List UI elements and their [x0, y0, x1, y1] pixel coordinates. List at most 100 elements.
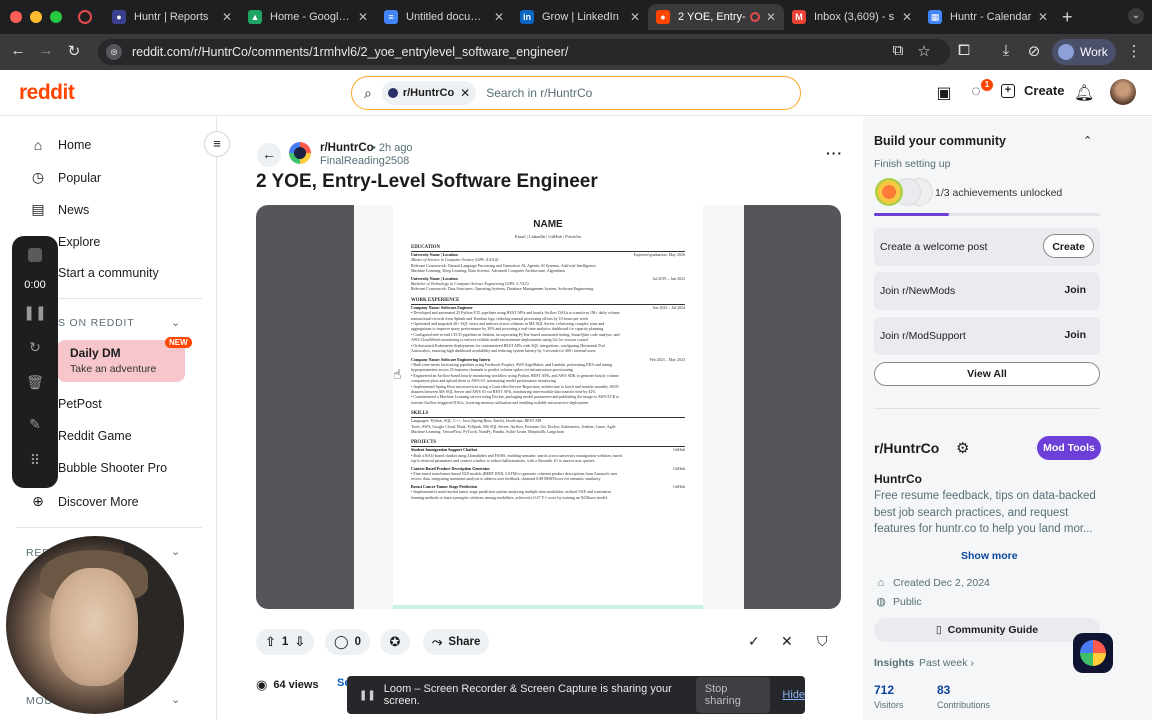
post-author[interactable]: FinalReading2508 — [320, 155, 409, 167]
eye-icon: ◉ — [256, 677, 268, 692]
comments-button[interactable]: ◯ 0 — [325, 629, 370, 655]
build-community-title: Build your community — [874, 134, 1006, 148]
notification-bell-icon[interactable]: 🔔︎ — [1074, 83, 1094, 103]
post-views: ◉ 64 views — [256, 677, 319, 692]
mod-shield-icon[interactable]: ⛉ — [817, 633, 828, 650]
cast-icon[interactable]: ⧉ — [888, 42, 908, 59]
advertise-icon[interactable]: ▣ — [934, 83, 954, 103]
search-scope-chip[interactable]: r/HuntrCo ✕ — [381, 81, 477, 105]
google-docs-icon: ≡ — [384, 10, 398, 24]
recording-tab-icon — [749, 12, 760, 22]
gamepad-icon: ⊕ — [32, 493, 44, 509]
tab-close-icon[interactable]: ✕ — [358, 10, 368, 24]
task-join-newmods: Join r/NewMods Join — [874, 272, 1100, 310]
upvote-icon[interactable]: ⇧ — [265, 634, 276, 650]
nav-news[interactable]: ▤ News — [30, 201, 89, 218]
tab-gmail[interactable]: M Inbox (3,609) - s ✕ — [784, 4, 920, 30]
pause-icon[interactable]: ❚❚ — [12, 304, 58, 321]
minimize-window-button[interactable] — [30, 11, 42, 23]
more-options-icon[interactable]: ⠿ — [12, 452, 58, 469]
close-window-button[interactable] — [10, 11, 22, 23]
community-settings-icon[interactable]: ⚙︎ — [956, 439, 969, 457]
stop-recording-icon[interactable] — [12, 248, 58, 265]
user-avatar[interactable] — [1110, 79, 1136, 105]
more-options-icon[interactable]: ··· — [826, 145, 843, 161]
tab-huntr-reports[interactable]: ● Huntr | Reports ✕ — [104, 4, 240, 30]
community-guide-button[interactable]: ▯ Community Guide — [874, 618, 1100, 642]
downvote-icon[interactable]: ⇩ — [294, 634, 305, 650]
download-icon[interactable]: ⤓ — [996, 42, 1016, 59]
draw-icon[interactable]: ✎ — [12, 416, 58, 433]
maximize-window-button[interactable] — [50, 11, 62, 23]
post-image[interactable]: NAME Email | LinkedIn | GitHub | Portfol… — [256, 205, 841, 609]
news-icon: ▤ — [31, 201, 45, 217]
award-button[interactable]: ✪ — [380, 629, 410, 655]
huntr-extension-button[interactable] — [1073, 633, 1113, 673]
tab-close-icon[interactable]: ✕ — [902, 10, 912, 24]
tab-google-docs[interactable]: ≡ Untitled document ✕ — [376, 4, 512, 30]
tab-close-icon[interactable]: ✕ — [630, 10, 640, 24]
discover-more[interactable]: ⊕ Discover More — [30, 493, 138, 510]
create-welcome-post-button[interactable]: Create — [1043, 234, 1094, 258]
view-all-button[interactable]: View All — [874, 362, 1100, 386]
new-badge: NEW — [165, 337, 192, 348]
tab-linkedin[interactable]: in Grow | LinkedIn ✕ — [512, 4, 648, 30]
search-input[interactable]: Search in r/HuntrCo — [486, 86, 592, 100]
delete-icon[interactable]: 🗑︎ — [12, 374, 58, 391]
section-games-on-reddit[interactable]: S ON REDDIT — [58, 317, 134, 329]
back-button[interactable]: ← — [257, 143, 281, 167]
restart-icon[interactable]: ↻ — [12, 339, 58, 356]
mod-tools-button[interactable]: Mod Tools — [1037, 436, 1101, 460]
chat-badge: 1 — [981, 79, 993, 91]
community-visibility: ◍ Public — [874, 595, 921, 609]
back-arrow-icon[interactable]: ← — [8, 42, 28, 59]
community-display-name: HuntrCo — [874, 472, 922, 486]
search-bar[interactable]: ⌕ r/HuntrCo ✕ Search in r/HuntrCo — [351, 76, 801, 110]
post-subreddit-link[interactable]: r/HuntrCo — [320, 142, 374, 154]
reload-icon[interactable]: ↻ — [64, 42, 84, 60]
loom-webcam-bubble[interactable] — [6, 536, 184, 714]
create-post-button[interactable]: + Create — [1001, 83, 1064, 98]
tab-close-icon[interactable]: ✕ — [1038, 10, 1048, 24]
tab-search-icon[interactable]: ⌄ — [1128, 8, 1144, 24]
stop-sharing-button[interactable]: Stop sharing — [695, 677, 771, 713]
chevron-down-icon[interactable]: ⌄ — [171, 316, 180, 329]
nav-home[interactable]: ⌂ Home — [30, 137, 92, 153]
join-newmods-button[interactable]: Join — [1056, 278, 1094, 302]
profile-button[interactable]: Work — [1052, 39, 1116, 65]
nav-popular[interactable]: ◷ Popular — [30, 169, 101, 186]
remove-x-icon[interactable]: ✕ — [781, 633, 793, 650]
approve-check-icon[interactable]: ✓ — [748, 633, 760, 650]
sharing-indicator-icon: ❚❚ — [359, 689, 376, 701]
address-bar[interactable]: ⊜ reddit.com/r/HuntrCo/comments/1rmhvl6/… — [98, 39, 950, 65]
sync-icon[interactable]: ⊘ — [1024, 42, 1044, 60]
cake-icon: ⌂ — [877, 577, 885, 589]
share-button[interactable]: ⤳ Share — [423, 629, 490, 655]
insights-period-selector[interactable]: Past week › — [919, 657, 974, 669]
show-more-link[interactable]: Show more — [961, 550, 1018, 562]
share-icon: ⤳ — [432, 634, 443, 649]
hide-button[interactable]: Hide — [782, 689, 805, 701]
site-info-icon[interactable]: ⊜ — [106, 44, 122, 60]
bookmark-star-icon[interactable]: ☆ — [914, 42, 934, 60]
subreddit-avatar[interactable] — [289, 142, 311, 164]
forward-arrow-icon[interactable]: → — [36, 42, 56, 59]
remove-scope-icon[interactable]: ✕ — [460, 86, 470, 100]
new-tab-button[interactable]: + — [1062, 7, 1073, 28]
resume-section-heading: SKILLS — [411, 411, 685, 419]
extensions-icon[interactable]: ⧠ — [954, 42, 974, 59]
tab-close-icon[interactable]: ✕ — [494, 10, 504, 24]
popular-icon: ◷ — [31, 169, 45, 185]
vote-control[interactable]: ⇧ 1 ⇩ — [256, 629, 315, 655]
tab-close-icon[interactable]: ✕ — [222, 10, 232, 24]
resume-section-heading: PROJECTS — [411, 440, 685, 448]
tab-google-drive[interactable]: ▲ Home - Google Drive ✕ — [240, 4, 376, 30]
tab-calendar[interactable]: ▦ Huntr - Calendar ✕ — [920, 4, 1056, 30]
chevron-up-icon[interactable]: ⌃ — [1083, 134, 1092, 147]
reddit-logo[interactable]: reddit — [19, 81, 75, 105]
tab-reddit-active[interactable]: ● 2 YOE, Entry- ✕ — [648, 4, 784, 30]
browser-menu-icon[interactable]: ⋮ — [1124, 42, 1144, 60]
tab-close-icon[interactable]: ✕ — [766, 10, 776, 24]
join-modsupport-button[interactable]: Join — [1056, 323, 1094, 347]
collapse-nav-button[interactable]: ≡ — [204, 131, 230, 157]
